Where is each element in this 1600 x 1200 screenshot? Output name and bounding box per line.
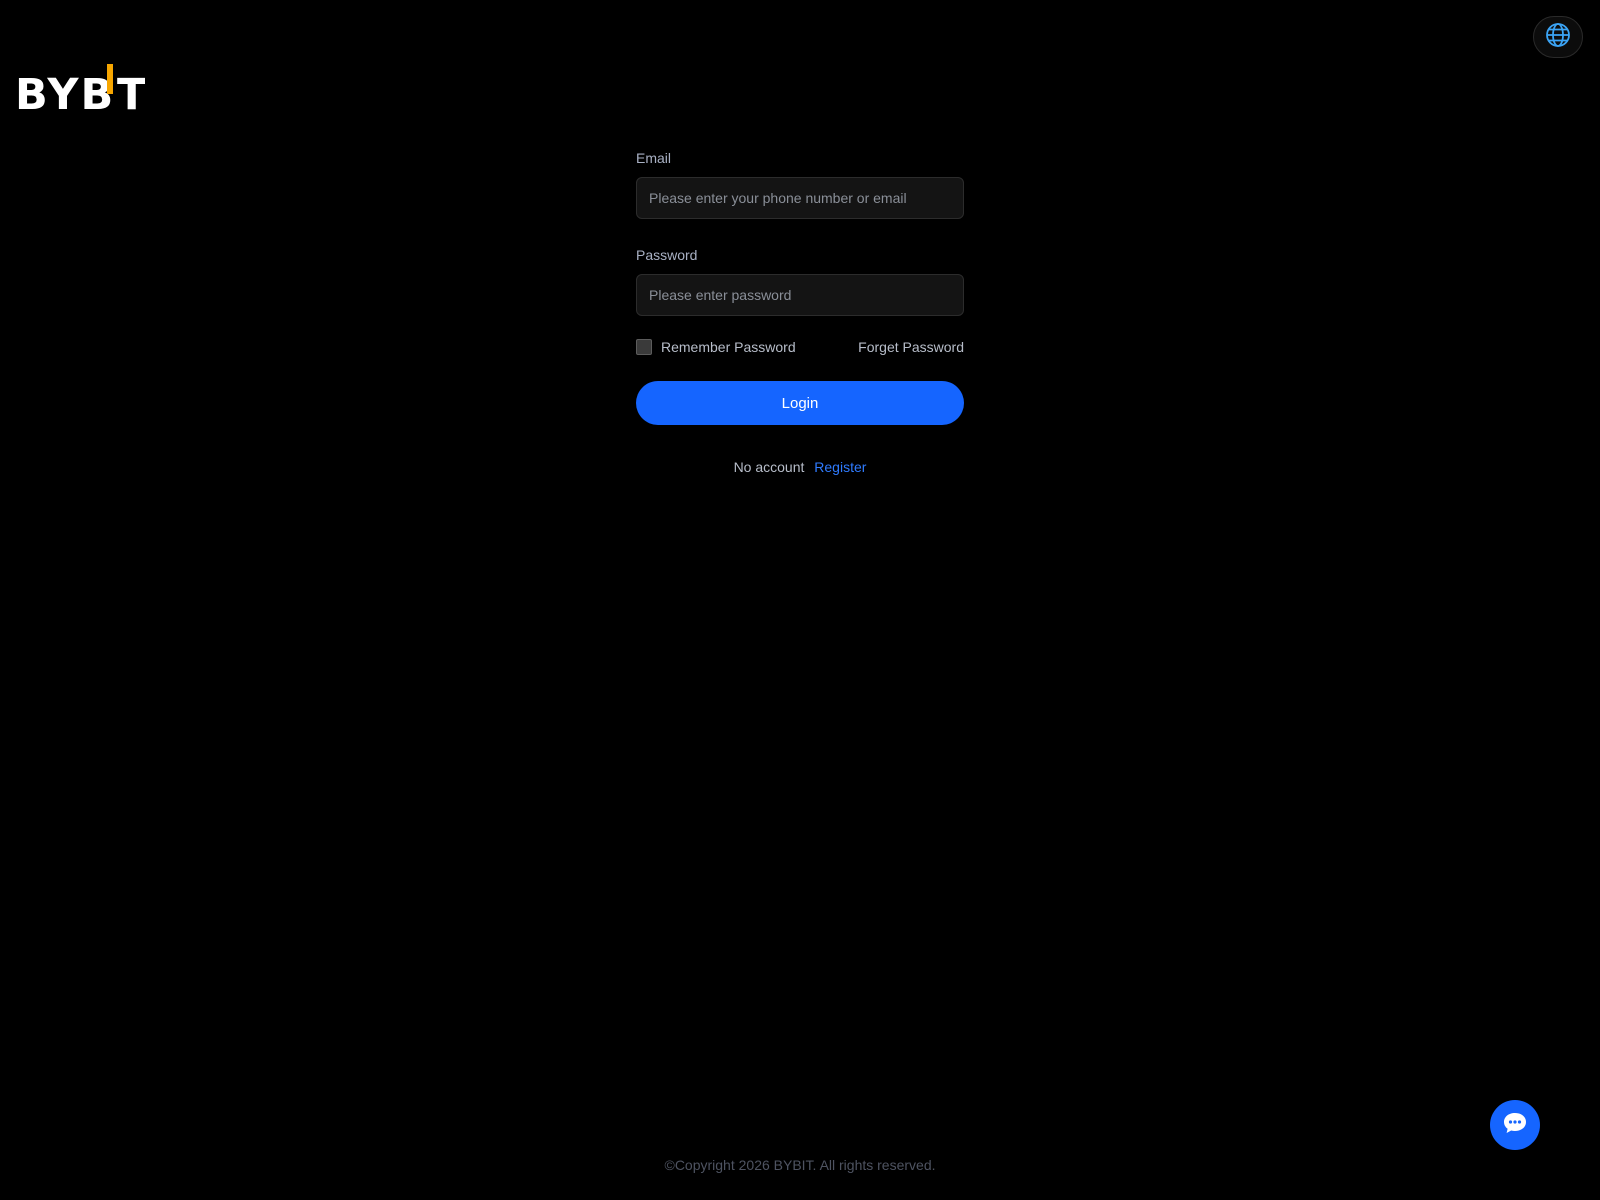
svg-text:BYB: BYB [15, 70, 115, 110]
chat-bubble-icon [1502, 1111, 1528, 1140]
email-input[interactable] [636, 177, 964, 219]
email-label: Email [636, 150, 672, 166]
forget-password-link[interactable]: Forget Password [858, 339, 964, 355]
svg-text:T: T [117, 70, 145, 110]
bybit-logo-mark: BYB T [15, 64, 145, 110]
copyright-footer: ©Copyright 2026 BYBIT. All rights reserv… [664, 1157, 936, 1173]
password-input[interactable] [636, 274, 964, 316]
register-row: No account Register [636, 457, 964, 477]
bybit-logo[interactable]: BYB T [15, 60, 145, 110]
chat-support-button[interactable] [1490, 1100, 1540, 1150]
password-label: Password [636, 247, 698, 263]
remember-password-label: Remember Password [661, 339, 796, 355]
login-form: Email Password Remember Password Forget … [636, 148, 964, 477]
language-button[interactable] [1533, 16, 1583, 58]
login-page: BYB T Email Password Remember Password [0, 0, 1600, 1200]
remember-password-toggle[interactable]: Remember Password [636, 339, 796, 355]
login-button[interactable]: Login [636, 381, 964, 425]
register-link[interactable]: Register [814, 459, 866, 475]
no-account-text: No account [733, 459, 805, 475]
remember-password-checkbox[interactable] [636, 339, 652, 355]
form-options-row: Remember Password Forget Password [636, 337, 964, 357]
globe-icon [1545, 22, 1571, 53]
